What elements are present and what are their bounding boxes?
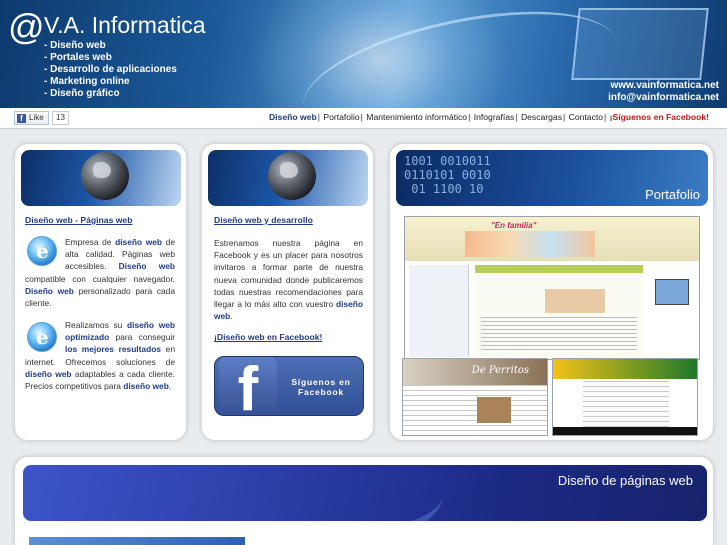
screenshot-footer [553, 427, 697, 435]
screenshot-header: De Perritos [403, 359, 547, 385]
screenshot-ad [649, 265, 695, 357]
screenshot-header: "En familia" [405, 217, 699, 261]
logo-text[interactable]: V.A. Informatica [44, 12, 206, 39]
header-screen-graphic [571, 8, 709, 80]
facebook-link[interactable]: ¡Diseño web en Facebook! [214, 332, 322, 342]
screenshot-body [403, 385, 547, 435]
logo-at-icon[interactable]: @ [8, 6, 45, 48]
nav-link-facebook[interactable]: ¡Síguenos en Facebook! [610, 112, 709, 122]
service-item: - Marketing online [44, 76, 130, 87]
nav-separator: | [604, 112, 607, 122]
text: compatible con cualquier navegador. [25, 273, 175, 284]
nav-bar: f Like 13 Diseño web| Portafolio| Manten… [0, 108, 727, 129]
bottom-panel: Diseño de páginas web [14, 456, 714, 545]
dog-photo [477, 397, 511, 423]
portfolio-banner-label: Portafolio [645, 187, 700, 202]
facebook-logo-icon: f [219, 357, 277, 415]
nav-link-descargas[interactable]: Descargas [521, 112, 562, 122]
service-item: - Desarrollo de aplicaciones [44, 64, 177, 75]
header-email: info@vainformatica.net [608, 92, 719, 103]
screenshot-main-header [475, 265, 643, 273]
nav-separator: | [317, 112, 320, 122]
text: . [230, 311, 233, 322]
globe-banner [21, 150, 181, 206]
screenshot-title: De Perritos [471, 365, 529, 376]
keyword: los mejores resultados [65, 344, 161, 355]
bottom-image-strip [29, 537, 245, 545]
nav-link-infografias[interactable]: Infografías [474, 112, 515, 122]
nav-separator: | [360, 112, 363, 122]
text: para conseguir [109, 332, 175, 343]
panel1-para2: Realizamos su diseño web optimizado para… [25, 319, 175, 392]
panel2-para: Estrenamos nuestra página en Facebook y … [214, 237, 363, 322]
nav-separator: | [515, 112, 518, 122]
panel1-para1: Empresa de diseño web de alta calidad. P… [25, 236, 175, 309]
keyword: Diseño web [118, 261, 175, 272]
service-item: - Diseño web [44, 40, 106, 51]
computer-icon [655, 279, 689, 305]
portfolio-banner[interactable]: 1001 0010011 0110101 0010 01 1100 10 Por… [396, 150, 708, 206]
portfolio-screenshot-en-familia[interactable]: "En familia" [404, 216, 700, 360]
keyword: diseño web [123, 381, 169, 392]
facebook-icon: f [17, 113, 26, 123]
facebook-follow-text: Síguenos en Facebook [291, 377, 351, 397]
icon-float-spacer [25, 236, 65, 268]
site-header: @ V.A. Informatica - Diseño web - Portal… [0, 0, 727, 108]
panel2-title[interactable]: Diseño web y desarrollo [214, 215, 313, 225]
nav-separator: | [563, 112, 566, 122]
screenshot-header [553, 359, 697, 379]
banner-arc [23, 465, 443, 521]
text: Realizamos su [65, 320, 128, 330]
globe-land-shape [93, 162, 111, 178]
nav-link-diseno-web[interactable]: Diseño web [269, 112, 317, 122]
screenshot-main-photo [545, 289, 605, 313]
panel-facebook: Diseño web y desarrollo Estrenamos nuest… [201, 143, 374, 441]
nav-link-portafolio[interactable]: Portafolio [323, 112, 359, 122]
binary-decoration: 1001 0010011 0110101 0010 01 1100 10 [404, 154, 491, 196]
service-item: - Portales web [44, 52, 112, 63]
services-list: - Diseño web - Portales web - Desarrollo… [44, 40, 177, 100]
screenshot-photo [465, 231, 595, 257]
keyword: Diseño web [25, 285, 74, 296]
keyword: diseño web [115, 237, 163, 247]
facebook-like-label: Like [29, 113, 44, 122]
facebook-like-button[interactable]: f Like [14, 111, 49, 125]
nav-links: Diseño web| Portafolio| Mantenimiento in… [269, 112, 709, 122]
globe-banner [208, 150, 368, 206]
icon-float-spacer [25, 319, 65, 351]
nav-link-contacto[interactable]: Contacto [569, 112, 603, 122]
globe-land-shape [280, 162, 298, 178]
nav-link-mantenimiento[interactable]: Mantenimiento informático [366, 112, 467, 122]
diseno-paginas-banner: Diseño de páginas web [23, 465, 707, 521]
screenshot-sidebar [409, 265, 469, 357]
panel-portafolio: 1001 0010011 0110101 0010 01 1100 10 Por… [389, 143, 714, 441]
text: Empresa de [65, 237, 116, 247]
panel-diseno-web: Diseño web - Páginas web Empresa de dise… [14, 143, 187, 441]
header-website: www.vainformatica.net [610, 80, 719, 91]
portfolio-screenshot-third[interactable] [552, 358, 698, 436]
keyword: diseño web [25, 368, 72, 379]
facebook-follow-banner[interactable]: f Síguenos en Facebook [214, 356, 364, 416]
screenshot-main [475, 265, 643, 357]
nav-separator: | [468, 112, 471, 122]
screenshot-brand: "En familia" [491, 221, 537, 230]
portfolio-screenshot-de-perritos[interactable]: De Perritos [402, 358, 548, 436]
text: . [168, 381, 172, 392]
screenshot-text-lines [481, 317, 637, 353]
panel1-title[interactable]: Diseño web - Páginas web [25, 215, 132, 225]
service-item: - Diseño gráfico [44, 88, 120, 99]
bottom-banner-label: Diseño de páginas web [557, 473, 693, 488]
facebook-like-count: 13 [52, 111, 69, 125]
